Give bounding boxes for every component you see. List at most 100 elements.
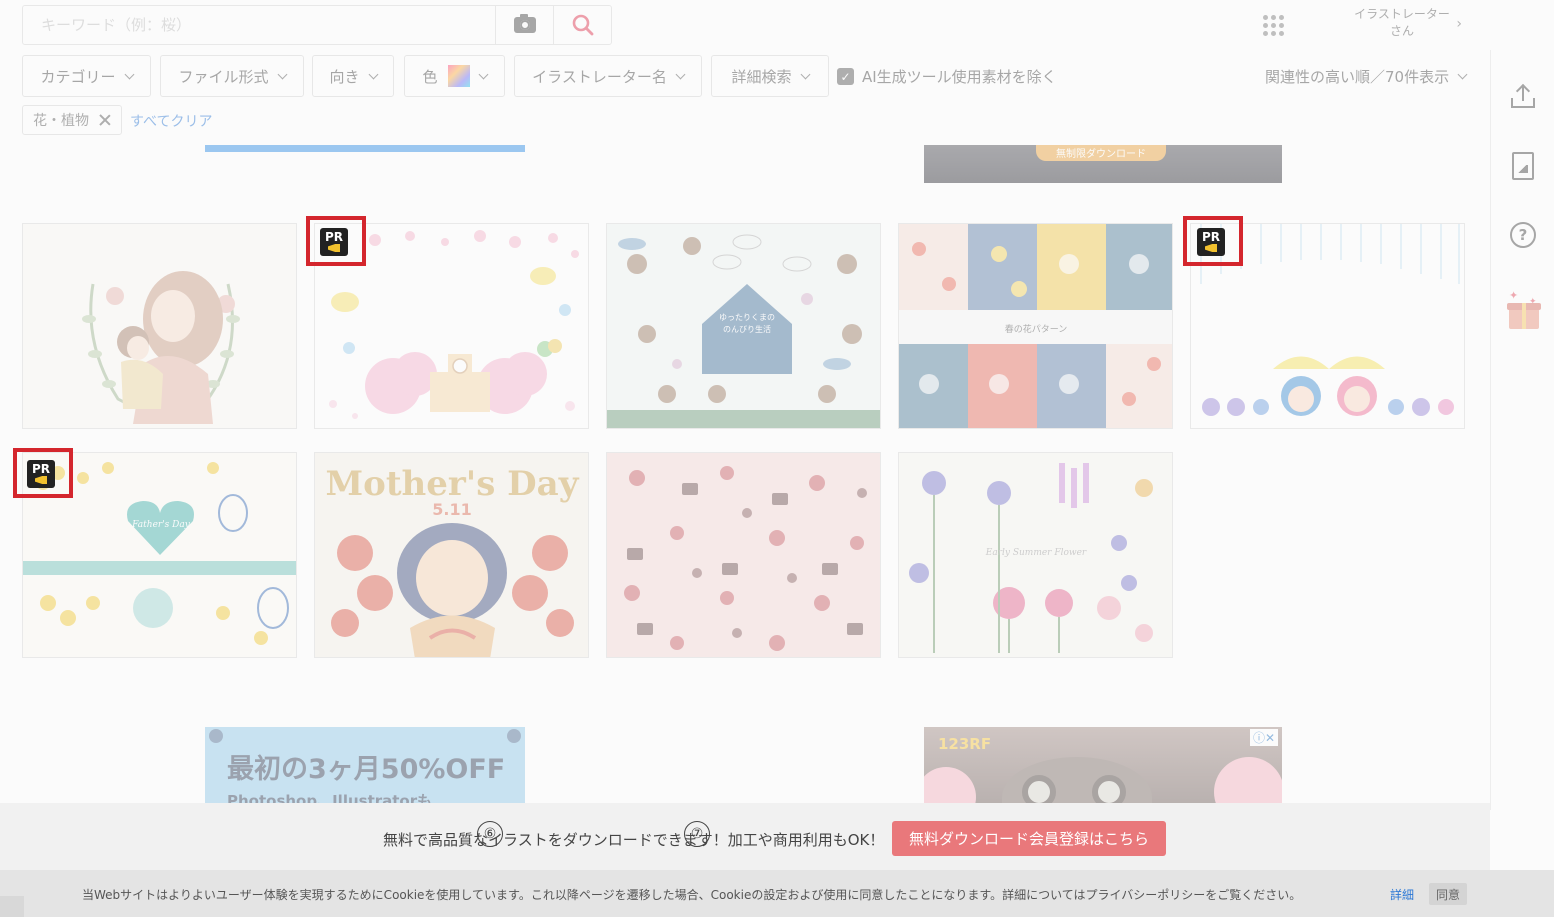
svg-text:ゆったりくまの: ゆったりくまの bbox=[719, 313, 775, 322]
filter-category[interactable]: カテゴリー bbox=[22, 55, 151, 97]
fathers-day-label: Father's Day bbox=[131, 520, 191, 530]
chevron-down-icon bbox=[800, 69, 810, 79]
upload-button[interactable] bbox=[1507, 80, 1539, 112]
filter-illustrator-name-label: イラストレーター名 bbox=[532, 67, 667, 86]
exclude-ai-label: AI生成ツール使用素材を除く bbox=[862, 68, 1057, 86]
cookie-banner: 当Webサイトはよりよいユーザー体験を実現するためにCookieを使用しています… bbox=[0, 870, 1554, 917]
svg-text:のんびり生活: のんびり生活 bbox=[723, 324, 771, 334]
image-file-icon bbox=[1512, 152, 1534, 180]
chevron-down-icon bbox=[478, 69, 488, 79]
megaphone-icon bbox=[35, 476, 47, 484]
illustrator-link[interactable]: イラストレーター さん › bbox=[1342, 6, 1462, 40]
illustration-card-rainy-bears[interactable]: ゆったりくまの のんびり生活 bbox=[606, 223, 881, 429]
pr-badge-label: PR bbox=[31, 462, 51, 476]
ad-banner-top-right[interactable]: 無制限ダウンロード bbox=[924, 145, 1282, 183]
chevron-down-icon bbox=[675, 69, 686, 79]
ad-banner-bottom-left[interactable]: 最初の3ヶ月50%OFF Photoshop、Illustratorも bbox=[205, 727, 525, 807]
signup-bar: 無料で高品質なイラストをダウンロードできます！加工や商用利用もOK！ ⑥ ⑦ 無… bbox=[0, 803, 1490, 870]
cookie-toggle-tab[interactable] bbox=[0, 896, 24, 917]
chevron-down-icon bbox=[1457, 69, 1468, 80]
signup-message: 無料で高品質なイラストをダウンロードできます！加工や商用利用もOK！ bbox=[383, 831, 885, 849]
checkbox-checked-icon: ✓ bbox=[837, 68, 854, 85]
filter-category-label: カテゴリー bbox=[40, 67, 116, 86]
blossom-shape bbox=[1214, 757, 1282, 807]
rainy-bears-image: ゆったりくまの のんびり生活 bbox=[607, 224, 880, 428]
blossom-shape bbox=[924, 767, 976, 807]
help-icon: ? bbox=[1510, 222, 1536, 248]
search-button[interactable] bbox=[553, 6, 611, 44]
valentine-pattern-image bbox=[607, 453, 880, 657]
top-bar: イラストレーター さん › bbox=[0, 0, 1490, 50]
early-summer-flower-label: Early Summer Flower bbox=[985, 548, 1087, 558]
active-tag-chip[interactable]: 花・植物 bbox=[22, 105, 122, 135]
filter-advanced-search[interactable]: 詳細検索 bbox=[711, 55, 829, 97]
illustration-card-early-summer-flowers[interactable]: Early Summer Flower bbox=[898, 452, 1173, 658]
clear-all-link[interactable]: すべてクリア bbox=[130, 111, 212, 131]
filter-color-label: 色 bbox=[422, 67, 438, 86]
sort-dropdown[interactable]: 関連性の高い順／70件表示 bbox=[1265, 66, 1468, 87]
filter-advanced-label: 詳細検索 bbox=[731, 67, 792, 86]
illustration-card-mothers-day[interactable]: Mother's Day 5.11 bbox=[314, 452, 589, 658]
illustration-card-spring-flower-pattern[interactable]: 春の花パターン bbox=[898, 223, 1173, 429]
pr-badge: PR bbox=[27, 460, 55, 488]
cookie-text: 当Webサイトはよりよいユーザー体験を実現するためにCookieを使用しています… bbox=[82, 888, 1302, 902]
marker-7: ⑦ bbox=[684, 821, 710, 847]
search-icon bbox=[572, 14, 593, 36]
filter-orientation[interactable]: 向き bbox=[312, 55, 394, 97]
pr-badge: PR bbox=[320, 228, 348, 256]
pr-badge-label: PR bbox=[1201, 230, 1221, 244]
pr-badge: PR bbox=[1197, 228, 1225, 256]
marker-6: ⑥ bbox=[477, 821, 503, 847]
illustration-card-mother-child[interactable] bbox=[22, 223, 297, 429]
cookie-details-link[interactable]: 詳細 bbox=[1390, 886, 1414, 903]
chevron-right-icon: › bbox=[1456, 16, 1462, 32]
search-input[interactable] bbox=[23, 6, 495, 44]
ad-top-right-pill: 無制限ダウンロード bbox=[1036, 145, 1166, 161]
upload-icon bbox=[1511, 83, 1535, 108]
color-swatch-icon bbox=[447, 65, 470, 87]
chevron-down-icon bbox=[368, 69, 378, 79]
chevron-down-icon bbox=[124, 69, 134, 79]
exclude-ai-checkbox[interactable]: ✓ AI生成ツール使用素材を除く bbox=[837, 66, 1057, 87]
mothers-day-headline: Mother's Day bbox=[326, 464, 580, 504]
cookie-agree-button[interactable]: 同意 bbox=[1429, 883, 1467, 905]
image-document-button[interactable] bbox=[1507, 150, 1539, 182]
image-search-button[interactable] bbox=[495, 6, 553, 44]
filter-illustrator-name[interactable]: イラストレーター名 bbox=[514, 55, 702, 97]
sort-label: 関連性の高い順／70件表示 bbox=[1265, 68, 1450, 86]
filter-file-format-label: ファイル形式 bbox=[178, 67, 269, 86]
search-box bbox=[22, 5, 612, 45]
chevron-down-icon bbox=[277, 69, 287, 79]
pr-badge-frame: PR bbox=[13, 448, 73, 498]
apps-grid-icon[interactable] bbox=[1263, 15, 1284, 36]
megaphone-icon bbox=[1205, 244, 1217, 252]
mothers-day-image: Mother's Day 5.11 bbox=[315, 453, 588, 657]
ad-right-logo: 123RF bbox=[938, 735, 992, 753]
close-icon[interactable] bbox=[99, 114, 111, 126]
shield-icon bbox=[507, 729, 521, 743]
gift-button[interactable]: ✦ ✦ bbox=[1507, 289, 1541, 329]
illustration-card-valentine-pattern[interactable] bbox=[606, 452, 881, 658]
camera-icon bbox=[513, 14, 536, 33]
filter-file-format[interactable]: ファイル形式 bbox=[160, 55, 304, 97]
illustrator-link-label: イラストレーター さん bbox=[1354, 7, 1450, 38]
svg-text:春の花パターン: 春の花パターン bbox=[1005, 323, 1068, 335]
filter-color[interactable]: 色 bbox=[404, 55, 505, 97]
megaphone-icon bbox=[328, 244, 340, 252]
mother-child-wreath-image bbox=[23, 224, 296, 428]
right-sidebar: ? ✦ ✦ bbox=[1490, 50, 1554, 810]
ad-left-headline: 最初の3ヶ月50%OFF bbox=[227, 754, 506, 785]
spring-flower-pattern-image: 春の花パターン bbox=[899, 224, 1172, 428]
signup-button[interactable]: 無料ダウンロード会員登録はこちら bbox=[892, 821, 1166, 856]
ad-choices-close-icon[interactable]: ⓘ✕ bbox=[1249, 729, 1278, 746]
filter-orientation-label: 向き bbox=[329, 67, 360, 86]
ad-banner-top-left[interactable] bbox=[205, 145, 525, 152]
ad-banner-bottom-right[interactable]: 123RF ⓘ✕ bbox=[924, 727, 1282, 807]
active-tag-label: 花・植物 bbox=[33, 113, 89, 129]
mothers-day-date: 5.11 bbox=[432, 500, 471, 519]
pr-badge-frame: PR bbox=[306, 216, 366, 266]
early-summer-flowers-image: Early Summer Flower bbox=[899, 453, 1172, 657]
help-button[interactable]: ? bbox=[1507, 219, 1539, 251]
gift-icon: ✦ ✦ bbox=[1507, 289, 1541, 329]
pr-badge-label: PR bbox=[324, 230, 344, 244]
